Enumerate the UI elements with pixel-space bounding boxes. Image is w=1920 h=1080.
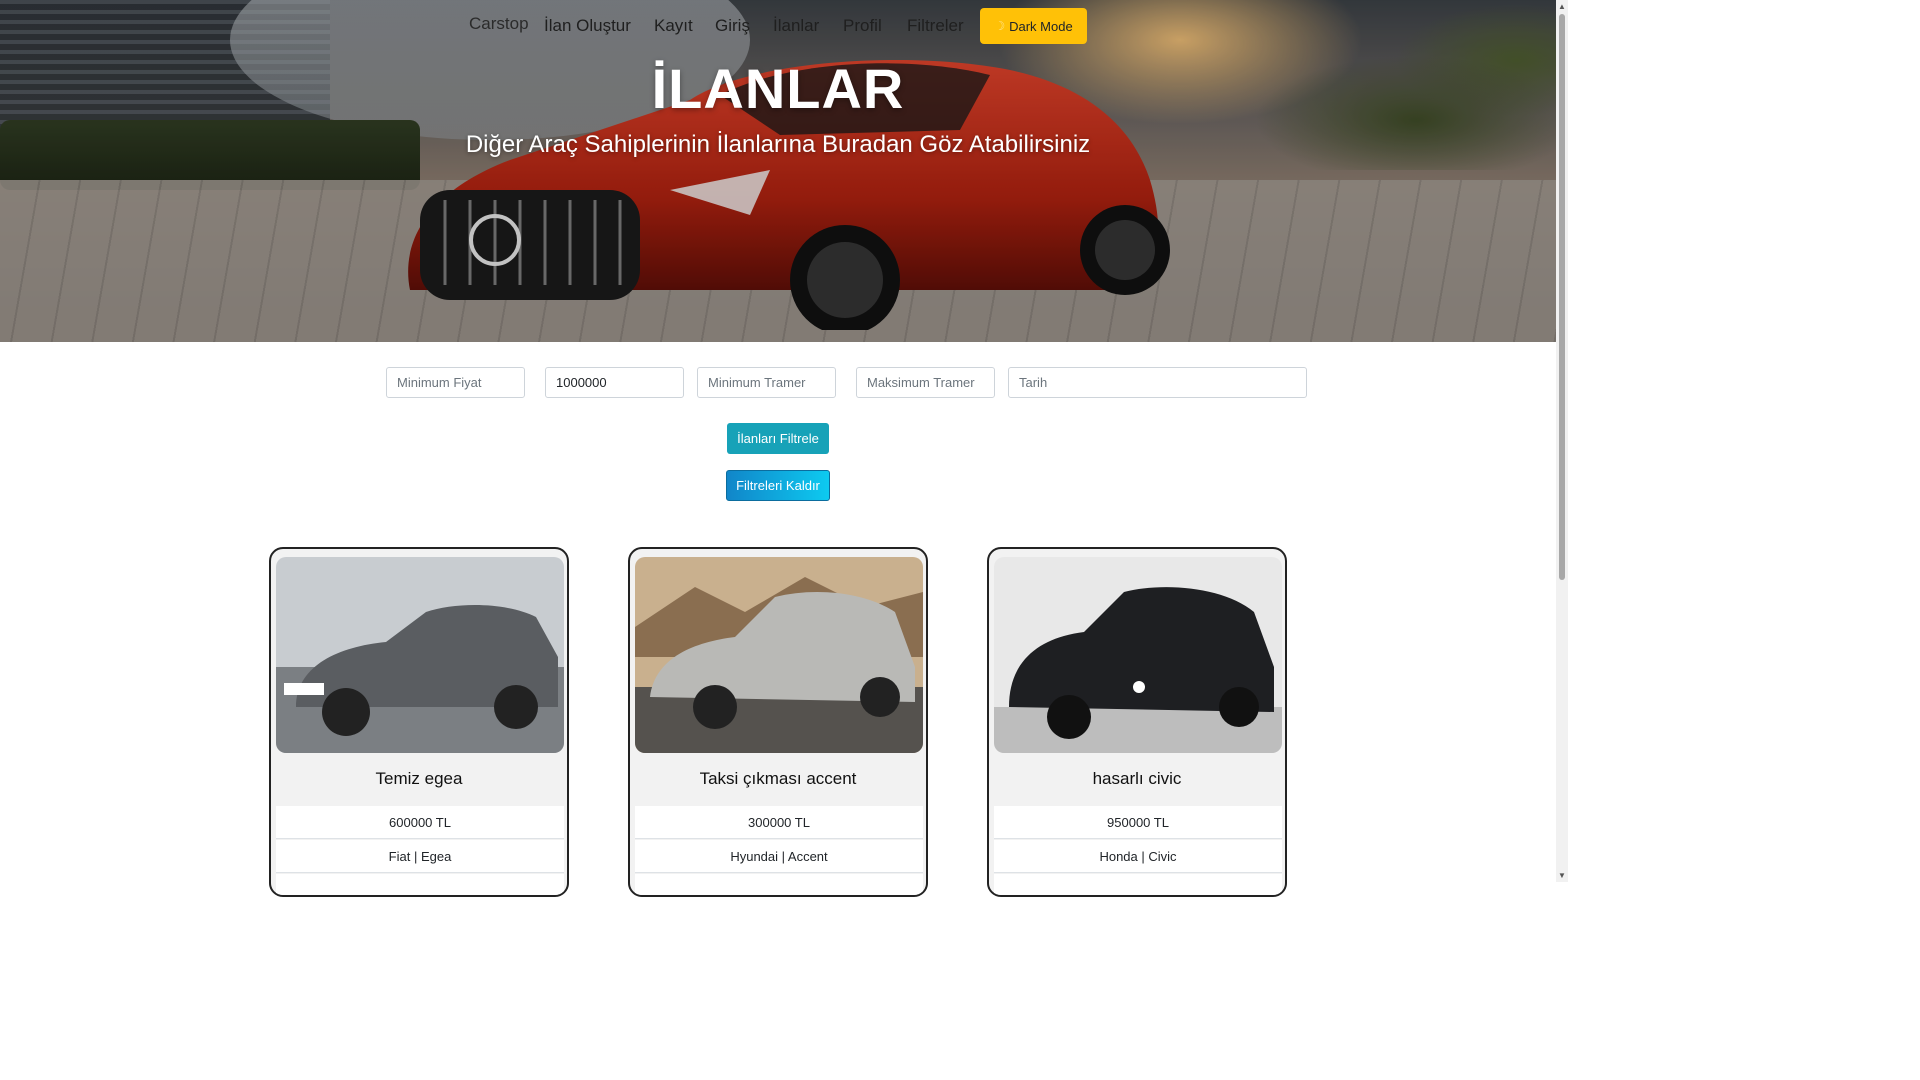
date-input[interactable] <box>1008 367 1307 398</box>
max-tramer-input[interactable] <box>856 367 995 398</box>
listing-image <box>635 557 923 753</box>
hero-banner <box>0 0 1556 342</box>
min-price-input[interactable] <box>386 367 525 398</box>
nav-link-register[interactable]: Kayıt <box>654 16 693 36</box>
listing-make-model: Hyundai | Accent <box>635 840 923 873</box>
listing-title: Taksi çıkması accent <box>699 769 857 788</box>
nav-link-create-listing[interactable]: İlan Oluştur <box>544 16 631 36</box>
nav-link-filters[interactable]: Filtreler <box>907 16 964 36</box>
page-title: İLANLAR <box>651 57 905 120</box>
moon-icon: ☽ <box>994 19 1006 33</box>
brand-link[interactable]: Carstop <box>469 14 529 34</box>
page-scrollbar[interactable]: ▲ ▼ <box>1556 0 1568 882</box>
listing-card[interactable]: Temiz egea 600000 TL Fiat | Egea <box>269 547 569 897</box>
nav-link-profile[interactable]: Profil <box>843 16 882 36</box>
listing-title: hasarlı civic <box>1092 769 1182 788</box>
listing-extra-row <box>994 874 1282 895</box>
scroll-down-icon[interactable]: ▼ <box>1558 871 1566 880</box>
dark-mode-button[interactable]: ☽ Dark Mode <box>980 8 1087 44</box>
dark-mode-label: Dark Mode <box>1009 18 1073 34</box>
listing-make-model: Fiat | Egea <box>276 840 564 873</box>
hero-scrim <box>0 0 1556 342</box>
listing-extra-row <box>276 874 564 895</box>
page-subtitle: Diğer Araç Sahiplerinin İlanlarına Burad… <box>465 131 1091 158</box>
max-price-input[interactable] <box>545 367 684 398</box>
scrollbar-thumb[interactable] <box>1559 14 1565 580</box>
listing-price: 950000 TL <box>994 806 1282 839</box>
top-navbar: Carstop İlan Oluştur Kayıt Giriş İlanlar… <box>0 8 1556 44</box>
listing-card[interactable]: Taksi çıkması accent 300000 TL Hyundai |… <box>628 547 928 897</box>
listing-price: 300000 TL <box>635 806 923 839</box>
clear-filters-button[interactable]: Filtreleri Kaldır <box>726 470 830 501</box>
min-tramer-input[interactable] <box>697 367 836 398</box>
listing-image <box>994 557 1282 753</box>
nav-link-listings[interactable]: İlanlar <box>773 16 819 36</box>
listing-extra-row <box>635 874 923 895</box>
listing-price: 600000 TL <box>276 806 564 839</box>
listing-title: Temiz egea <box>375 769 463 788</box>
listing-make-model: Honda | Civic <box>994 840 1282 873</box>
nav-link-login[interactable]: Giriş <box>715 16 750 36</box>
listing-card[interactable]: hasarlı civic 950000 TL Honda | Civic <box>987 547 1287 897</box>
scroll-up-icon[interactable]: ▲ <box>1558 2 1566 11</box>
listing-image <box>276 557 564 753</box>
filter-listings-button[interactable]: İlanları Filtrele <box>727 423 829 454</box>
